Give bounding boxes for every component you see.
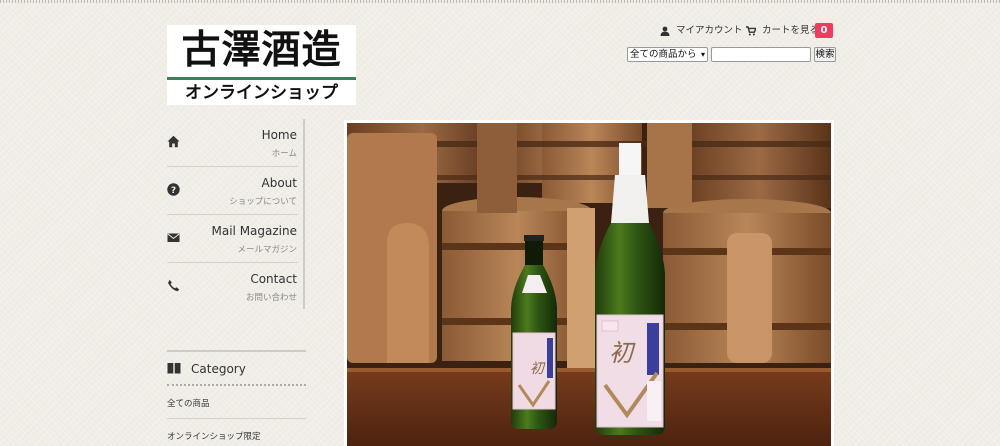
sidebar-nav: Home ホーム ? About ショップについて Mail Magazine … [167,119,306,311]
book-icon [167,363,181,374]
nav-mail-magazine-label: Mail Magazine [211,224,298,238]
nav-about-label: About [261,176,297,190]
mail-icon [167,233,180,242]
nav-home-label: Home [261,128,297,142]
nav-item-home[interactable]: Home ホーム [167,119,298,167]
cart-icon [746,26,756,36]
nav-about-sublabel: ショップについて [229,197,297,207]
nav-mail-magazine-sublabel: メールマガジン [237,245,297,255]
nav-contact-label: Contact [250,272,297,286]
search-scope-value: 全ての商品から [630,49,697,60]
chevron-down-icon: ▾ [700,50,705,59]
search-input[interactable] [711,47,811,62]
my-account-label: マイアカウント [676,25,743,36]
svg-text:初: 初 [609,339,636,367]
user-icon [660,26,670,36]
question-icon: ? [167,183,180,196]
category-item-all-products[interactable]: 全ての商品 [167,397,306,409]
shop-logo[interactable]: 古澤酒造 オンラインショップ [167,25,356,105]
nav-item-contact[interactable]: Contact お問い合わせ [167,263,298,311]
logo-rule [167,77,356,80]
phone-icon [168,279,180,292]
nav-home-sublabel: ホーム [271,149,297,159]
search-bar: 全ての商品から ▾ 検索 [627,47,836,63]
category-heading-label: Category [191,362,246,376]
category-divider [167,418,306,419]
hero-photo: 初 初 [347,123,831,446]
view-cart-link[interactable]: カートを見る [746,22,819,40]
nav-item-mail-magazine[interactable]: Mail Magazine メールマガジン [167,215,298,263]
search-scope-select[interactable]: 全ての商品から ▾ [627,47,708,62]
cart-count-badge[interactable]: 0 [815,23,833,38]
svg-text:初: 初 [530,361,546,377]
category-item-online-limited[interactable]: オンラインショップ限定 [167,430,306,442]
home-icon [167,135,180,148]
hero-product-image[interactable]: 初 初 [344,120,834,446]
my-account-link[interactable]: マイアカウント [660,22,743,40]
category-heading: Category [167,350,306,386]
nav-contact-sublabel: お問い合わせ [245,293,297,303]
top-border [0,0,1000,3]
search-button[interactable]: 検索 [814,47,836,62]
logo-subtitle: オンラインショップ [185,83,338,103]
logo-title: 古澤酒造 [181,27,342,73]
nav-item-about[interactable]: ? About ショップについて [167,167,298,215]
view-cart-label: カートを見る [762,25,820,36]
svg-text:?: ? [171,186,176,196]
